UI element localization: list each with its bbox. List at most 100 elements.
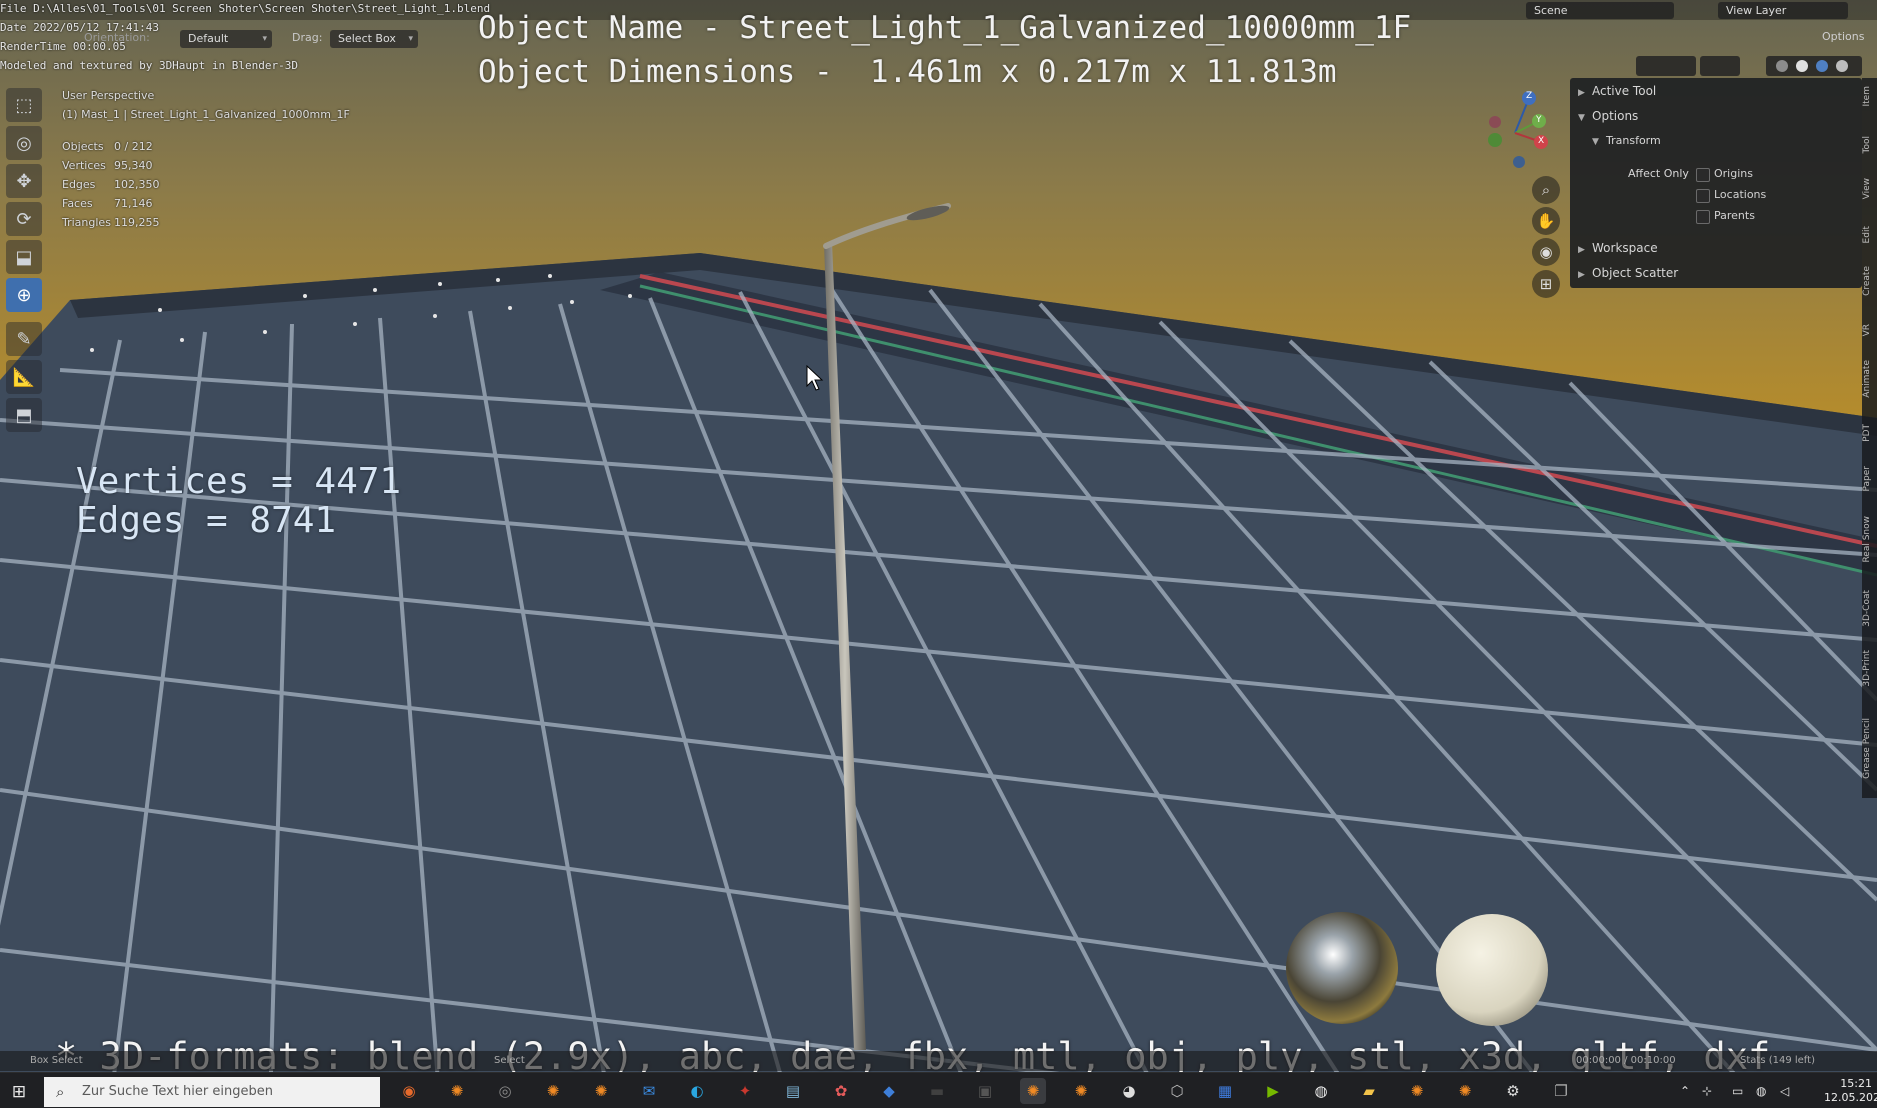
origins-checkbox[interactable]	[1696, 168, 1710, 182]
sidebar-tab-view[interactable]: View	[1862, 178, 1877, 199]
sidebar-tab-3d-coat[interactable]: 3D-Coat	[1862, 590, 1877, 627]
terminal-icon[interactable]: ▬	[924, 1078, 950, 1104]
drag-dropdown[interactable]: Select Box	[330, 30, 418, 48]
active-tool-section[interactable]: ▶ Active Tool	[1578, 81, 1656, 101]
network-icon[interactable]: ⊹	[1702, 1073, 1712, 1108]
rendered-shading-icon[interactable]	[1836, 60, 1848, 72]
sidebar-tab-edit[interactable]: Edit	[1862, 226, 1877, 243]
folder-icon[interactable]: ▰	[1356, 1078, 1382, 1104]
window-icon[interactable]: ❐	[1548, 1078, 1574, 1104]
options-menu[interactable]: Options	[1822, 30, 1864, 43]
shading-mode-buttons[interactable]	[1766, 56, 1862, 76]
nvidia-icon[interactable]: ▶	[1260, 1078, 1286, 1104]
blender-icon[interactable]: ✺	[1068, 1078, 1094, 1104]
blender-icon[interactable]: ✺	[588, 1078, 614, 1104]
orientation-value: Default	[188, 32, 229, 45]
taskbar-search-input[interactable]: ⌕ Zur Suche Text hier eingeben	[44, 1077, 380, 1107]
box-select-hint: Box Select	[30, 1055, 83, 1066]
stat-value: 119,255	[114, 216, 160, 229]
sidebar-tab-animate[interactable]: Animate	[1862, 360, 1877, 398]
app-icon[interactable]: ✦	[732, 1078, 758, 1104]
speaker-icon[interactable]: ◁	[1780, 1073, 1789, 1108]
overlay-toggles[interactable]	[1636, 56, 1696, 76]
notes-icon[interactable]: ▤	[780, 1078, 806, 1104]
sidebar-tab-tool[interactable]: Tool	[1862, 136, 1877, 153]
credits-text: Modeled and textured by 3DHaupt in Blend…	[0, 59, 299, 72]
windows-start-icon[interactable]: ⊞	[8, 1081, 30, 1103]
3d-viewport[interactable]: File D:\Alles\01_Tools\01 Screen Shoter\…	[0, 0, 1877, 1108]
zoom-icon[interactable]: ⌕	[1532, 176, 1560, 204]
locations-checkbox[interactable]	[1696, 189, 1710, 203]
sidebar-tab-item[interactable]: Item	[1862, 86, 1877, 107]
navigation-gizmo[interactable]: Z Y X	[1475, 88, 1555, 178]
orientation-dropdown[interactable]: Default	[180, 30, 272, 48]
pan-hand-icon[interactable]: ✋	[1532, 207, 1560, 235]
edge-icon[interactable]: ◐	[684, 1078, 710, 1104]
transform-tool[interactable]: ⊕	[6, 278, 42, 312]
cursor-tool[interactable]: ◎	[6, 126, 42, 160]
collapsed-arrow-icon: ▶	[1578, 270, 1585, 280]
stat-label: Faces	[62, 197, 93, 210]
collapsed-arrow-icon: ▶	[1578, 88, 1585, 98]
transform-label: Transform	[1606, 134, 1661, 147]
stat-label: Objects	[62, 140, 104, 153]
select-hint: Select	[494, 1055, 525, 1066]
sidebar-tab-grease-pencil[interactable]: Grease Pencil	[1862, 718, 1877, 779]
object-scatter-section[interactable]: ▶ Object Scatter	[1578, 263, 1678, 283]
store-icon[interactable]: ◆	[876, 1078, 902, 1104]
annotate-tool[interactable]: ✎	[6, 322, 42, 356]
perspective-grid-icon[interactable]: ⊞	[1532, 270, 1560, 298]
stats-readout: Stats (149 left)	[1740, 1055, 1815, 1066]
rotate-tool[interactable]: ⟳	[6, 202, 42, 236]
sidebar-tab-3d-print[interactable]: 3D-Print	[1862, 650, 1877, 687]
steam-icon[interactable]: ◎	[492, 1078, 518, 1104]
chrome-sphere	[1286, 912, 1398, 1024]
sidebar-vertical-tabs: Item Tool View Edit Create VR Animate PDT Paper R…	[1862, 78, 1877, 798]
sidebar-tab-vr[interactable]: VR	[1862, 324, 1877, 336]
mail-icon[interactable]: ✉	[636, 1078, 662, 1104]
paint-icon[interactable]: ✿	[828, 1078, 854, 1104]
screen-tool-icon[interactable]: ▣	[972, 1078, 998, 1104]
blender-icon[interactable]: ✺	[1404, 1078, 1430, 1104]
obs-icon[interactable]: ◍	[1308, 1078, 1334, 1104]
workspace-section[interactable]: ▶ Workspace	[1578, 238, 1658, 258]
firefox-icon[interactable]: ◉	[396, 1078, 422, 1104]
move-tool[interactable]: ✥	[6, 164, 42, 198]
cube-icon[interactable]: ⬡	[1164, 1078, 1190, 1104]
add-cube-icon: ⬒	[15, 404, 33, 426]
scale-tool[interactable]: ⬓	[6, 240, 42, 274]
settings-icon[interactable]: ⚙	[1500, 1078, 1526, 1104]
camera-view-icon[interactable]: ◉	[1532, 238, 1560, 266]
select-box-tool[interactable]: ⬚	[6, 88, 42, 122]
notification-icon[interactable]: ◍	[1756, 1073, 1766, 1108]
view-layer-selector[interactable]: View Layer	[1718, 2, 1848, 19]
transform-subsection[interactable]: ▼ Transform	[1592, 131, 1661, 151]
battery-icon[interactable]: ▭	[1732, 1073, 1743, 1108]
material-shading-icon[interactable]	[1816, 60, 1828, 72]
taskbar-clock[interactable]: 15:21 12.05.2022	[1824, 1073, 1877, 1105]
clock-date: 12.05.2022	[1824, 1091, 1877, 1104]
sidebar-tab-real-snow[interactable]: Real Snow	[1862, 516, 1877, 563]
blender-icon[interactable]: ✺	[1020, 1078, 1046, 1104]
clock-time: 15:21	[1840, 1077, 1872, 1090]
file-path-text: File D:\Alles\01_Tools\01 Screen Shoter\…	[0, 2, 491, 15]
blender-icon[interactable]: ✺	[1452, 1078, 1478, 1104]
sidebar-tab-paper[interactable]: Paper	[1862, 466, 1877, 492]
measure-tool[interactable]: 📐	[6, 360, 42, 394]
options-section[interactable]: ▼ Options	[1578, 106, 1638, 126]
add-cube-tool[interactable]: ⬒	[6, 398, 42, 432]
sidebar-tab-pdt[interactable]: PDT	[1862, 424, 1877, 442]
blender-icon[interactable]: ✺	[444, 1078, 470, 1104]
scene-selector[interactable]: Scene	[1526, 2, 1674, 19]
scale-icon: ⬓	[15, 246, 33, 268]
sidebar-tab-create[interactable]: Create	[1862, 266, 1877, 296]
parents-checkbox[interactable]	[1696, 210, 1710, 224]
xray-toggle[interactable]	[1700, 56, 1740, 76]
blender-icon[interactable]: ✺	[540, 1078, 566, 1104]
solid-shading-icon[interactable]	[1796, 60, 1808, 72]
view-layer-label: View Layer	[1726, 4, 1787, 17]
wireframe-shading-icon[interactable]	[1776, 60, 1788, 72]
calendar-icon[interactable]: ▦	[1212, 1078, 1238, 1104]
tray-chevron-icon[interactable]: ⌃	[1680, 1073, 1690, 1108]
panda-icon[interactable]: ◕	[1116, 1078, 1142, 1104]
